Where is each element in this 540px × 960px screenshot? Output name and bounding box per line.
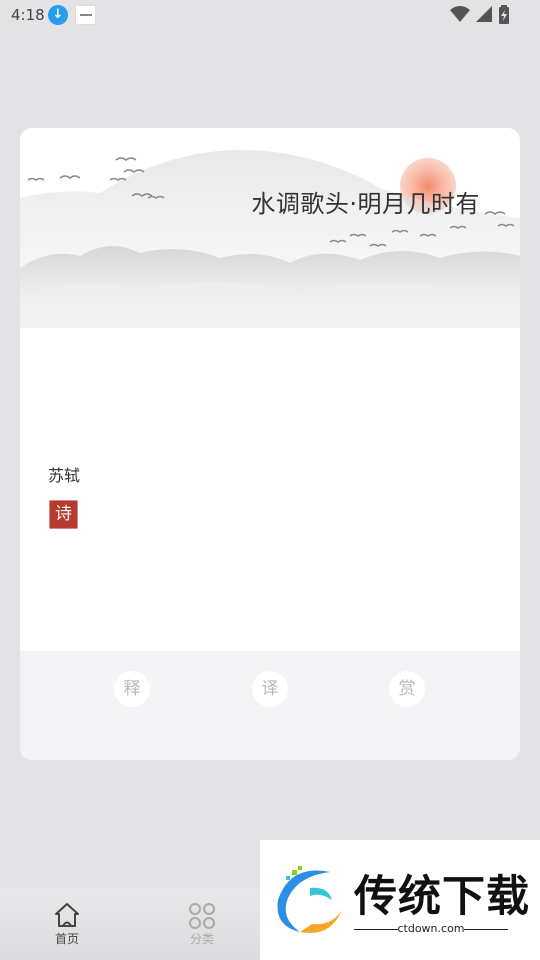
poem-title: 水调歌头·明月几时有: [251, 190, 480, 218]
poem-card[interactable]: 水调歌头·明月几时有 苏轼 诗 释 译 赏: [20, 128, 520, 760]
system-icons: [449, 5, 510, 25]
battery-charging-icon: [499, 5, 509, 24]
landscape-illustration: [20, 149, 520, 328]
app-thumbnail-icon: [75, 5, 96, 25]
watermark-title: 传统下载: [354, 872, 530, 922]
wifi-icon: [449, 6, 470, 22]
nav-label-home: 首页: [54, 932, 79, 946]
nav-label-category: 分类: [189, 932, 214, 946]
grid-icon: [189, 903, 215, 929]
poem-author[interactable]: 苏轼: [48, 462, 80, 486]
status-bar: 4:18 ↓: [0, 0, 540, 32]
poem-seal: 诗: [49, 500, 78, 529]
translate-button[interactable]: 译: [252, 671, 288, 707]
watermark-divider-right: [464, 929, 508, 930]
card-action-bar: 释 译 赏: [20, 651, 520, 760]
download-icon: ↓: [48, 5, 68, 25]
explain-button[interactable]: 释: [114, 671, 150, 707]
site-watermark: 传统下载 ctdown.com: [260, 840, 540, 960]
nav-item-home[interactable]: 首页: [27, 888, 107, 960]
status-time: 4:18: [11, 6, 45, 24]
signal-icon: [475, 6, 492, 22]
nav-item-category[interactable]: 分类: [162, 888, 242, 960]
home-icon: [55, 903, 79, 927]
watermark-logo-icon: [277, 866, 342, 934]
appreciate-button[interactable]: 赏: [389, 671, 425, 707]
